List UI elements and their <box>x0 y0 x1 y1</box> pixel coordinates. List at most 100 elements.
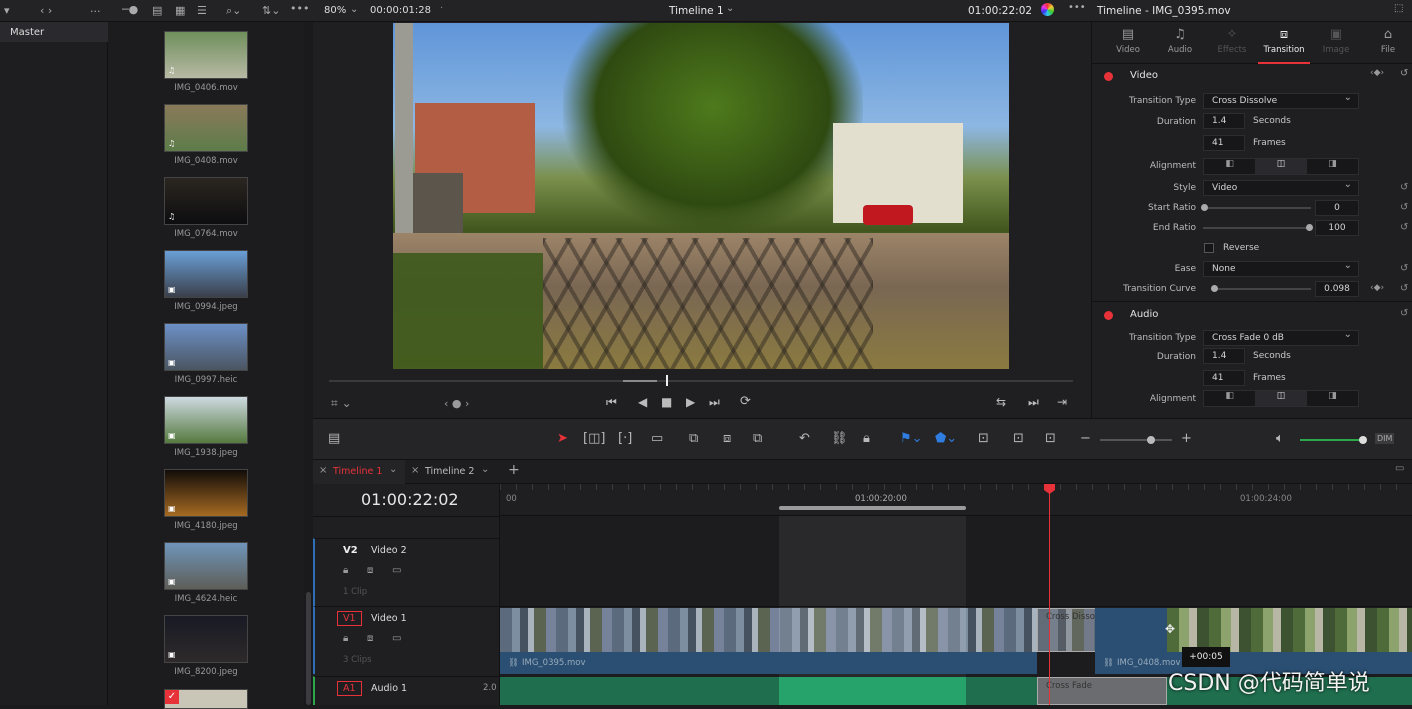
reset-icon[interactable]: ↺ <box>1400 182 1408 193</box>
link-icon[interactable]: ⛓ <box>831 431 848 446</box>
search-icon[interactable]: ⌕⌄ <box>226 4 241 18</box>
reset-icon[interactable]: ↺ <box>1400 222 1408 233</box>
video-enable-toggle[interactable] <box>1104 72 1113 81</box>
inspector-expand-icon[interactable]: ⬚ <box>1394 3 1403 14</box>
track-id[interactable]: A1 <box>337 681 362 696</box>
flag-icon[interactable]: ⚑⌄ <box>900 431 923 446</box>
go-to-start-icon[interactable]: ⏮ <box>606 395 617 410</box>
keyframe-nav-icon[interactable]: ‹◆› <box>1370 283 1384 293</box>
tab-timeline-2[interactable]: × Timeline 2 ⌄ <box>405 460 497 484</box>
bin-item-master[interactable]: Master <box>0 22 108 42</box>
media-item[interactable]: ▣ IMG_0994.jpeg <box>108 250 304 320</box>
transition-curve-slider[interactable] <box>1213 288 1311 290</box>
chevron-down-icon[interactable]: ⌄ <box>389 464 397 475</box>
viewer-more-button[interactable]: ••• <box>1068 2 1086 13</box>
replace-clip-icon[interactable]: ⧉ <box>753 431 762 446</box>
lock-icon[interactable]: 🔒︎ <box>863 431 870 446</box>
overwrite-clip-icon[interactable]: ⧈ <box>723 431 731 446</box>
selection-tool-icon[interactable]: ➤ <box>557 431 568 446</box>
media-item[interactable]: ▣ IMG_4180.jpeg <box>108 469 304 539</box>
ease-select[interactable]: None <box>1203 259 1359 277</box>
track-header-v2[interactable]: V2 Video 2 🔒︎ ⧈ ▭ 1 Clip <box>313 538 500 606</box>
timeline-name[interactable]: Timeline 1 <box>669 5 724 17</box>
scrollbar-thumb[interactable] <box>306 592 311 705</box>
dim-button[interactable]: DIM <box>1375 433 1395 444</box>
audio-duration-frames-field[interactable]: 41 <box>1203 370 1245 386</box>
align-center-button[interactable]: ◫ <box>1255 391 1307 406</box>
play-reverse-icon[interactable]: ◀ <box>638 395 647 409</box>
media-item[interactable]: ▣ IMG_0997.heic <box>108 323 304 393</box>
reset-icon[interactable]: ↺ <box>1400 202 1408 213</box>
end-ratio-slider[interactable] <box>1203 227 1311 229</box>
panel-options-icon[interactable]: ▭ <box>1395 463 1404 474</box>
media-item[interactable]: ♫ IMG_0764.mov <box>108 177 304 247</box>
snapping-icon[interactable]: ↶ <box>799 431 810 446</box>
track-enable-icon[interactable]: ▭ <box>392 565 401 576</box>
next-edit-icon[interactable]: ⏭ <box>1028 395 1039 410</box>
media-thumbnail[interactable]: ▣ <box>164 615 248 663</box>
slider-handle[interactable] <box>1201 204 1208 211</box>
zoom-full-icon[interactable]: ⊡ <box>978 431 989 446</box>
blade-tool-icon[interactable]: ▭ <box>651 431 663 446</box>
thumbnail-size-slider[interactable]: ─● <box>122 3 138 16</box>
media-item[interactable]: ▣ IMG_4624.heic <box>108 542 304 612</box>
transition-curve-field[interactable]: 0.098 <box>1315 281 1359 297</box>
media-thumbnail[interactable]: ▣ <box>164 250 248 298</box>
audio-duration-seconds-field[interactable]: 1.4 <box>1203 348 1245 364</box>
zoom-slider[interactable] <box>1100 439 1172 441</box>
reset-icon[interactable]: ↺ <box>1400 68 1408 79</box>
media-thumbnail[interactable]: ♫ <box>164 31 248 79</box>
audio-transition[interactable]: Cross Fade <box>1037 677 1167 705</box>
marker-icon[interactable]: ⬟⌄ <box>935 431 957 446</box>
track-header-a1[interactable]: A1 Audio 1 2.0 <box>313 676 500 705</box>
slider-handle[interactable] <box>1306 224 1313 231</box>
add-timeline-button[interactable]: + <box>508 462 520 478</box>
timeline-ruler[interactable]: 00 01:00:20:00 01:00:24:00 <box>500 484 1412 516</box>
layout-icon[interactable]: ▤ <box>328 431 340 446</box>
transition-type-select[interactable]: Cross Dissolve <box>1203 91 1359 109</box>
zoom-slider-handle[interactable] <box>1147 436 1155 444</box>
track-name[interactable]: Video 2 <box>371 545 407 556</box>
back-nav-icon[interactable]: ‹ › <box>40 4 52 17</box>
chevron-down-icon[interactable]: ⌄ <box>350 4 358 15</box>
auto-select-icon[interactable]: ⧈ <box>367 565 373 576</box>
panel-toggle-icon[interactable]: ▾ <box>4 4 10 17</box>
media-thumbnail[interactable]: ♫ <box>164 177 248 225</box>
duration-frames-field[interactable]: 41 <box>1203 135 1245 151</box>
reset-icon[interactable]: ↺ <box>1400 308 1408 319</box>
reset-icon[interactable]: ↺ <box>1400 263 1408 274</box>
tab-video[interactable]: ▤ Video <box>1102 22 1154 64</box>
align-start-button[interactable]: ◧ <box>1204 391 1255 406</box>
track-header-v1[interactable]: V1 Video 1 🔒︎ ⧈ ▭ 3 Clips <box>313 606 500 674</box>
audio-transition-type-select[interactable]: Cross Fade 0 dB <box>1203 328 1359 346</box>
lock-icon[interactable]: 🔒︎ <box>343 565 348 576</box>
insert-clip-icon[interactable]: ⧉ <box>689 431 698 446</box>
list-view-icon[interactable]: ☰ <box>197 4 207 17</box>
media-scrollbar[interactable] <box>304 22 313 705</box>
in-out-range[interactable] <box>779 506 966 510</box>
close-icon[interactable]: × <box>319 465 327 476</box>
tab-timeline-1[interactable]: × Timeline 1 ⌄ <box>313 460 405 484</box>
volume-icon[interactable]: 🔈︎ <box>1276 431 1284 446</box>
volume-slider-handle[interactable] <box>1359 436 1367 444</box>
sort-icon[interactable]: ⇅⌄ <box>262 4 280 17</box>
track-name[interactable]: Audio 1 <box>371 683 407 694</box>
start-ratio-field[interactable]: 0 <box>1315 200 1359 216</box>
audio-enable-toggle[interactable] <box>1104 311 1113 320</box>
align-end-button[interactable]: ◨ <box>1307 391 1358 406</box>
media-thumbnail[interactable]: ♫ <box>164 104 248 152</box>
match-frame-icon[interactable]: ⇆ <box>996 395 1006 409</box>
go-to-end-icon[interactable]: ⏭ <box>709 395 720 410</box>
color-wheel-icon[interactable] <box>1041 3 1054 16</box>
media-item[interactable]: ♫ IMG_0408.mov <box>108 104 304 174</box>
more-options-button[interactable]: ... <box>90 2 101 15</box>
close-icon[interactable]: × <box>411 465 419 476</box>
loop-icon[interactable]: ⟳ <box>740 394 751 409</box>
chevron-down-icon[interactable]: ⌄ <box>481 464 489 475</box>
scrub-bar[interactable] <box>329 380 1073 382</box>
playhead-marker[interactable] <box>666 375 668 386</box>
video-clip[interactable]: ⛓ IMG_0395.mov <box>500 608 1037 674</box>
zoom-select[interactable]: 80% <box>324 5 346 16</box>
auto-select-icon[interactable]: ⧈ <box>367 633 373 644</box>
media-item[interactable]: ▣ IMG_8200.jpeg <box>108 615 304 685</box>
